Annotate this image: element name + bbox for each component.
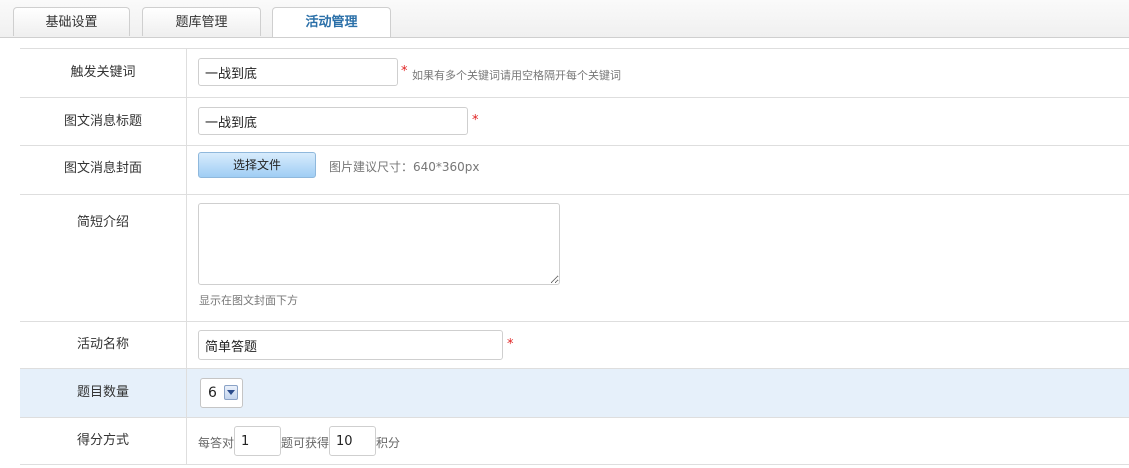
row-activity-name: 活动名称 *	[20, 322, 1129, 369]
row-keyword: 触发关键词 * 如果有多个关键词请用空格隔开每个关键词	[20, 49, 1129, 98]
label-scoring: 得分方式	[20, 418, 187, 464]
activity-name-input[interactable]	[198, 330, 503, 360]
label-question-count: 题目数量	[20, 369, 187, 417]
tab-basic-settings[interactable]: 基础设置	[13, 7, 130, 36]
required-mark: *	[401, 64, 408, 79]
keyword-hint: 如果有多个关键词请用空格隔开每个关键词	[412, 69, 621, 82]
question-count-value: 6	[208, 385, 217, 401]
chevron-down-icon[interactable]	[224, 385, 238, 400]
points-input[interactable]	[329, 426, 376, 456]
scoring-prefix: 每答对	[198, 436, 235, 450]
label-intro: 简短介绍	[20, 195, 187, 321]
tab-question-bank[interactable]: 题库管理	[142, 7, 261, 36]
keyword-input[interactable]	[198, 58, 398, 86]
row-question-count: 题目数量 6	[20, 369, 1129, 418]
per-answer-input[interactable]	[234, 426, 281, 456]
row-scoring: 得分方式 每答对 题可获得 积分	[20, 418, 1129, 465]
label-title: 图文消息标题	[20, 98, 187, 145]
row-cover: 图文消息封面 选择文件 图片建议尺寸：640*360px	[20, 146, 1129, 195]
choose-file-button[interactable]: 选择文件	[198, 152, 316, 178]
row-intro: 简短介绍 显示在图文封面下方	[20, 195, 1129, 322]
label-keyword: 触发关键词	[20, 49, 187, 97]
scoring-suffix: 积分	[376, 436, 401, 450]
tab-bar: 基础设置 题库管理 活动管理	[0, 0, 1129, 38]
intro-hint: 显示在图文封面下方	[199, 294, 298, 307]
intro-textarea[interactable]	[198, 203, 560, 285]
cover-size-hint: 图片建议尺寸：640*360px	[329, 160, 480, 174]
label-cover: 图文消息封面	[20, 146, 187, 194]
required-mark: *	[472, 113, 479, 128]
title-input[interactable]	[198, 107, 468, 135]
scoring-middle: 题可获得	[281, 436, 330, 450]
row-title: 图文消息标题 *	[20, 98, 1129, 146]
tab-activity-management[interactable]: 活动管理	[272, 7, 391, 37]
activity-form: 触发关键词 * 如果有多个关键词请用空格隔开每个关键词 图文消息标题 * 图文消…	[20, 48, 1129, 465]
required-mark: *	[507, 337, 514, 352]
question-count-select[interactable]: 6	[200, 378, 243, 408]
label-activity-name: 活动名称	[20, 322, 187, 368]
